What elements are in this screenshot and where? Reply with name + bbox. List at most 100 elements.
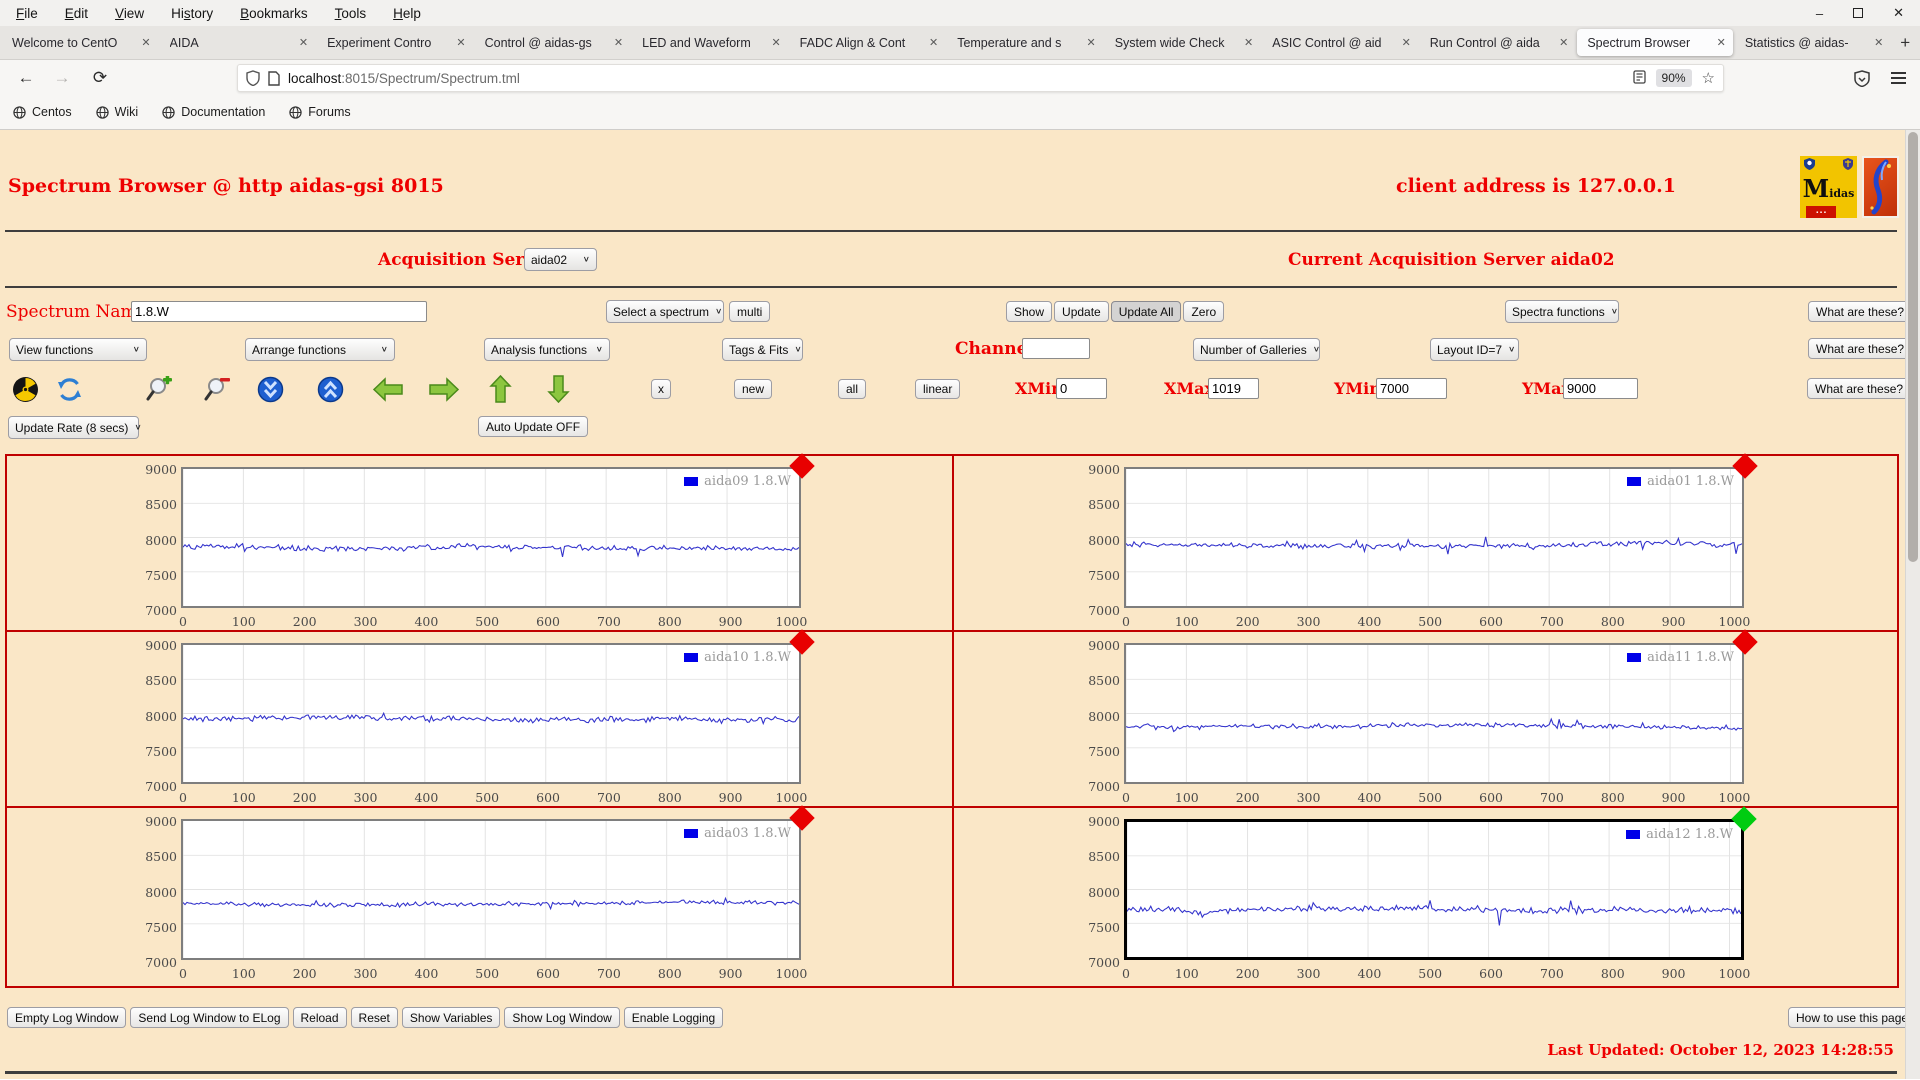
arrow-right-icon[interactable] bbox=[428, 376, 460, 403]
spectrum-name-input[interactable] bbox=[131, 301, 427, 322]
empty-log-window-button[interactable]: Empty Log Window bbox=[7, 1007, 127, 1028]
enable-logging-button[interactable]: Enable Logging bbox=[623, 1007, 724, 1028]
browser-tab-9[interactable]: Run Control @ aida ✕ bbox=[1420, 29, 1576, 56]
menu-edit[interactable]: Edit bbox=[65, 6, 88, 21]
tcl-powered-logo[interactable] bbox=[1862, 156, 1899, 218]
update-button[interactable]: Update bbox=[1054, 301, 1109, 322]
radiation-icon[interactable] bbox=[12, 376, 39, 403]
browser-tab-5[interactable]: FADC Align & Cont ✕ bbox=[790, 29, 946, 56]
tab-close-icon[interactable]: ✕ bbox=[299, 36, 308, 49]
chart-aida01[interactable]: aida01 1.8.W bbox=[1124, 453, 1758, 608]
forward-button[interactable]: → bbox=[48, 65, 76, 91]
back-button[interactable]: ← bbox=[12, 65, 40, 91]
multi-button[interactable]: multi bbox=[729, 301, 771, 322]
page-info-icon[interactable] bbox=[268, 70, 280, 86]
tab-close-icon[interactable]: ✕ bbox=[1874, 36, 1883, 49]
show-log-window-button[interactable]: Show Log Window bbox=[504, 1007, 620, 1028]
menu-tools[interactable]: Tools bbox=[335, 6, 367, 21]
update-rate-dropdown[interactable]: Update Rate (8 secs) ∨ bbox=[8, 416, 142, 439]
browser-tab-7[interactable]: System wide Check ✕ bbox=[1105, 29, 1261, 56]
zoom-in-icon[interactable] bbox=[146, 375, 173, 403]
chart-aida03[interactable]: aida03 1.8.W bbox=[181, 805, 815, 960]
arrow-down-icon[interactable] bbox=[547, 374, 570, 404]
select-spectrum-dropdown[interactable]: Select a spectrum ∨ bbox=[606, 300, 724, 323]
what-are-these-button-1[interactable]: What are these? bbox=[1808, 301, 1913, 322]
menu-bookmarks[interactable]: Bookmarks bbox=[240, 6, 308, 21]
show-button[interactable]: Show bbox=[1006, 301, 1053, 322]
browser-tab-0[interactable]: Welcome to CentO ✕ bbox=[2, 29, 158, 56]
number-of-galleries-dropdown[interactable]: Number of Galleries ∨ bbox=[1193, 338, 1320, 361]
refresh-icon[interactable] bbox=[56, 376, 83, 403]
browser-tab-1[interactable]: AIDA ✕ bbox=[160, 29, 316, 56]
zoom-level-badge[interactable]: 90% bbox=[1655, 69, 1692, 87]
arrange-functions-dropdown[interactable]: Arrange functions ∨ bbox=[245, 338, 395, 361]
shield-icon[interactable] bbox=[246, 70, 260, 86]
tab-close-icon[interactable]: ✕ bbox=[929, 36, 938, 49]
what-are-these-button-2[interactable]: What are these? bbox=[1808, 338, 1913, 359]
ymax-input[interactable] bbox=[1563, 378, 1638, 399]
chart-aida12[interactable]: aida12 1.8.W bbox=[1124, 806, 1757, 960]
browser-tab-4[interactable]: LED and Waveform ✕ bbox=[632, 29, 788, 56]
menu-help[interactable]: Help bbox=[393, 6, 421, 21]
scrollbar-thumb[interactable] bbox=[1908, 132, 1918, 562]
menu-file[interactable]: File bbox=[16, 6, 38, 21]
show-variables-button[interactable]: Show Variables bbox=[401, 1007, 501, 1028]
tab-close-icon[interactable]: ✕ bbox=[456, 36, 465, 49]
chart-aida09[interactable]: aida09 1.8.W bbox=[181, 453, 815, 608]
menu-view[interactable]: View bbox=[115, 6, 144, 21]
bookmark-documentation[interactable]: Documentation bbox=[162, 105, 265, 119]
analysis-functions-dropdown[interactable]: Analysis functions ∨ bbox=[484, 338, 610, 361]
tab-close-icon[interactable]: ✕ bbox=[141, 36, 150, 49]
tab-close-icon[interactable]: ✕ bbox=[1402, 36, 1411, 49]
spectra-functions-dropdown[interactable]: Spectra functions ∨ bbox=[1505, 300, 1619, 323]
browser-tab-3[interactable]: Control @ aidas-gs ✕ bbox=[475, 29, 631, 56]
send-log-window-to-elog-button[interactable]: Send Log Window to ELog bbox=[130, 1007, 289, 1028]
how-to-use-button[interactable]: How to use this page bbox=[1788, 1007, 1917, 1028]
browser-tab-10[interactable]: Spectrum Browser ✕ bbox=[1577, 29, 1733, 56]
layout-id-dropdown[interactable]: Layout ID=7 ∨ bbox=[1430, 338, 1519, 361]
tab-close-icon[interactable]: ✕ bbox=[771, 36, 780, 49]
menu-history[interactable]: History bbox=[171, 6, 213, 21]
close-window-button[interactable]: ✕ bbox=[1893, 5, 1904, 21]
what-are-these-button-3[interactable]: What are these? bbox=[1807, 378, 1912, 399]
xmax-input[interactable] bbox=[1208, 378, 1259, 399]
ymin-input[interactable] bbox=[1376, 378, 1447, 399]
tags-fits-dropdown[interactable]: Tags & Fits ∨ bbox=[722, 338, 803, 361]
browser-tab-11[interactable]: Statistics @ aidas- ✕ bbox=[1735, 29, 1891, 56]
arrow-left-icon[interactable] bbox=[372, 376, 404, 403]
chart-aida10[interactable]: aida10 1.8.W bbox=[181, 629, 815, 784]
tab-close-icon[interactable]: ✕ bbox=[1244, 36, 1253, 49]
hamburger-menu-icon[interactable] bbox=[1884, 65, 1912, 91]
midas-logo[interactable]: Midas ▪ ▪ ▪ bbox=[1800, 156, 1857, 218]
zero-button[interactable]: Zero bbox=[1183, 301, 1225, 322]
reset-button[interactable]: Reset bbox=[350, 1007, 398, 1028]
bookmark-wiki[interactable]: Wiki bbox=[95, 105, 138, 119]
browser-tab-2[interactable]: Experiment Contro ✕ bbox=[317, 29, 473, 56]
zoom-out-icon[interactable] bbox=[204, 376, 231, 403]
minimize-button[interactable]: – bbox=[1816, 6, 1823, 21]
bookmark-centos[interactable]: Centos bbox=[13, 105, 72, 119]
auto-update-button[interactable]: Auto Update OFF bbox=[478, 416, 589, 437]
browser-tab-8[interactable]: ASIC Control @ aid ✕ bbox=[1262, 29, 1418, 56]
scrollbar[interactable] bbox=[1905, 130, 1920, 1079]
new-button[interactable]: new bbox=[734, 379, 773, 399]
tab-close-icon[interactable]: ✕ bbox=[1717, 36, 1726, 49]
scroll-up-icon[interactable] bbox=[317, 376, 344, 403]
channel-input[interactable] bbox=[1022, 338, 1090, 359]
new-tab-button[interactable]: + bbox=[1891, 26, 1919, 59]
tab-close-icon[interactable]: ✕ bbox=[1559, 36, 1568, 49]
bookmark-forums[interactable]: Forums bbox=[289, 105, 351, 119]
browser-tab-6[interactable]: Temperature and s ✕ bbox=[947, 29, 1103, 56]
reload-button[interactable]: Reload bbox=[292, 1007, 347, 1028]
arrow-up-icon[interactable] bbox=[489, 374, 512, 404]
chart-aida11[interactable]: aida11 1.8.W bbox=[1124, 629, 1758, 784]
tab-close-icon[interactable]: ✕ bbox=[614, 36, 623, 49]
reload-button[interactable]: ⟳ bbox=[86, 65, 114, 91]
reader-mode-icon[interactable] bbox=[1632, 69, 1646, 87]
url-bar[interactable]: localhost:8015/Spectrum/Spectrum.tml 90%… bbox=[237, 64, 1724, 92]
x-button[interactable]: x bbox=[651, 379, 671, 399]
acquisition-server-select[interactable]: aida02 ∨ bbox=[524, 248, 597, 271]
account-shield-icon[interactable] bbox=[1848, 65, 1876, 91]
update-all-button[interactable]: Update All bbox=[1110, 301, 1182, 322]
xmin-input[interactable] bbox=[1056, 378, 1107, 399]
